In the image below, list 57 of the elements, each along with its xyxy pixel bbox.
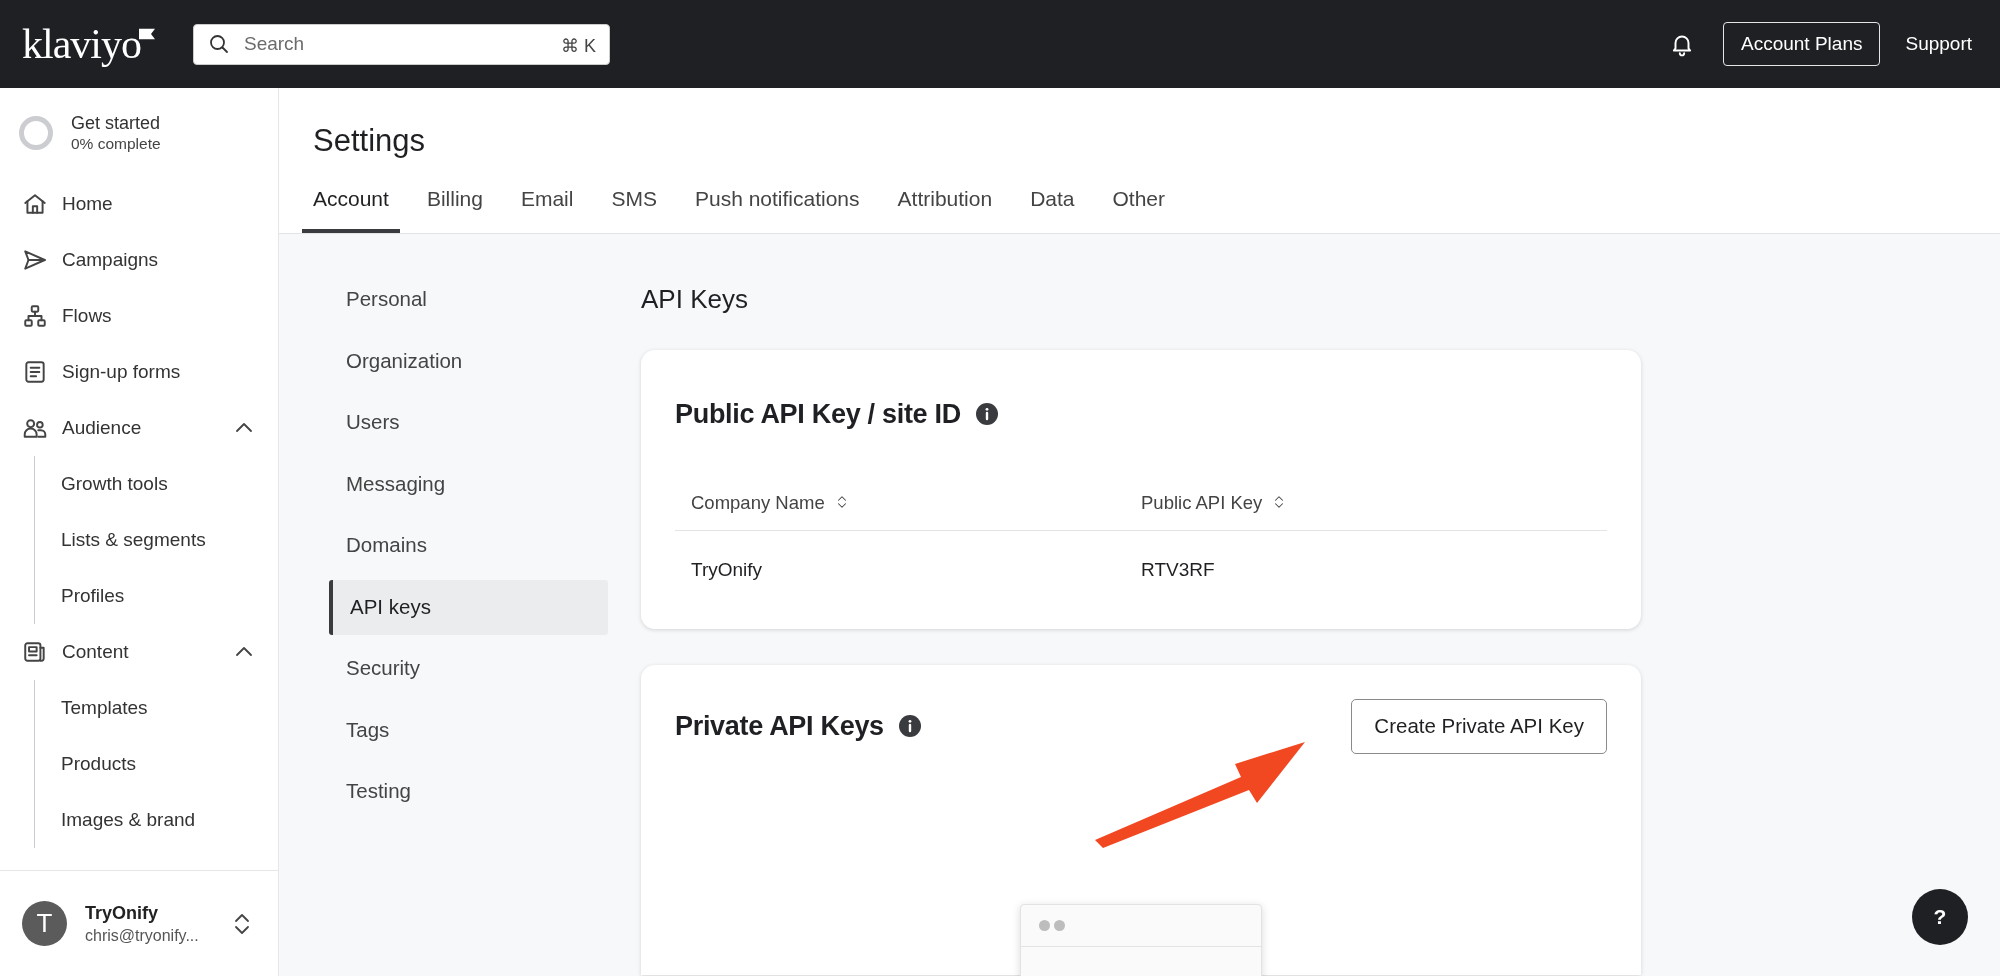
nav-subitem[interactable]: Profiles xyxy=(35,568,278,624)
settings-menu-item[interactable]: Domains xyxy=(329,518,608,573)
account-name: TryOnify xyxy=(85,901,160,925)
info-icon xyxy=(897,714,922,739)
settings-menu-item[interactable]: Security xyxy=(329,641,608,696)
settings-tab[interactable]: Push notifications xyxy=(683,182,871,233)
settings-tab[interactable]: Account xyxy=(302,182,400,233)
nav-item[interactable]: Flows xyxy=(0,288,278,344)
settings-menu-item[interactable]: Users xyxy=(329,395,608,450)
avatar: T xyxy=(22,901,67,946)
form-icon xyxy=(22,359,48,385)
table-cell-text: RTV3RF xyxy=(1141,558,1216,583)
card-title: Private API Keys xyxy=(675,710,884,743)
flow-diagram-icon xyxy=(22,303,48,329)
house-icon xyxy=(22,191,48,217)
account-email: chris@tryonify... xyxy=(85,925,200,946)
settings-menu-item[interactable]: Tags xyxy=(329,702,608,758)
settings-menu-item[interactable]: Organization xyxy=(329,333,608,389)
settings-tab[interactable]: Attribution xyxy=(886,182,1004,233)
settings-tab[interactable]: Email xyxy=(509,182,585,233)
nav-subitem[interactable]: Templates xyxy=(35,680,278,736)
nav-item[interactable]: Campaigns xyxy=(0,232,278,288)
settings-menu-item[interactable]: API keys xyxy=(329,579,608,635)
settings-menu-item[interactable]: Messaging xyxy=(329,456,608,512)
nav-item[interactable]: Audience xyxy=(0,400,278,456)
settings-tab[interactable]: Data xyxy=(1019,182,1086,233)
nav-subitem[interactable]: Images & brand xyxy=(35,792,278,848)
flag-icon xyxy=(139,27,155,41)
shortcut-hint: ⌘ K xyxy=(560,34,596,58)
section-heading: API Keys xyxy=(641,283,749,316)
support-link[interactable]: Support xyxy=(1905,29,1972,59)
nav-item[interactable]: Home xyxy=(0,176,278,232)
progress-title[interactable]: Get started xyxy=(71,112,161,134)
page-title: Settings xyxy=(313,122,426,160)
column-header[interactable]: Company Name xyxy=(691,488,1141,517)
column-header[interactable]: Public API Key xyxy=(1141,488,1591,517)
newspaper-icon xyxy=(22,639,48,665)
card-title: Public API Key / site ID xyxy=(675,398,961,431)
settings-menu-item[interactable]: Testing xyxy=(329,764,608,819)
info-icon xyxy=(974,402,999,427)
help-button[interactable]: ? xyxy=(1912,889,1968,945)
nav-subitem[interactable]: Products xyxy=(35,736,278,792)
table-cell-text: TryOnify xyxy=(691,558,764,583)
paper-plane-icon xyxy=(22,247,48,273)
nav-item[interactable]: Content xyxy=(0,624,278,680)
progress-ring xyxy=(19,116,53,150)
nav-subitem[interactable]: Growth tools xyxy=(35,456,278,512)
nav-subitem[interactable]: Lists & segments xyxy=(35,512,278,568)
create-key-button[interactable]: Create Private API Key xyxy=(1351,698,1607,754)
nav-item[interactable]: Sign-up forms xyxy=(0,344,278,400)
settings-menu-item[interactable]: Personal xyxy=(329,272,608,327)
plans-button[interactable]: Account Plans xyxy=(1723,22,1881,66)
settings-tab[interactable]: Billing xyxy=(415,182,494,233)
settings-tab[interactable]: SMS xyxy=(600,182,668,233)
settings-tab[interactable]: Other xyxy=(1101,182,1176,233)
klaviyo-logo[interactable]: klaviyo xyxy=(22,23,141,65)
progress-subtitle: 0% complete xyxy=(71,134,161,154)
